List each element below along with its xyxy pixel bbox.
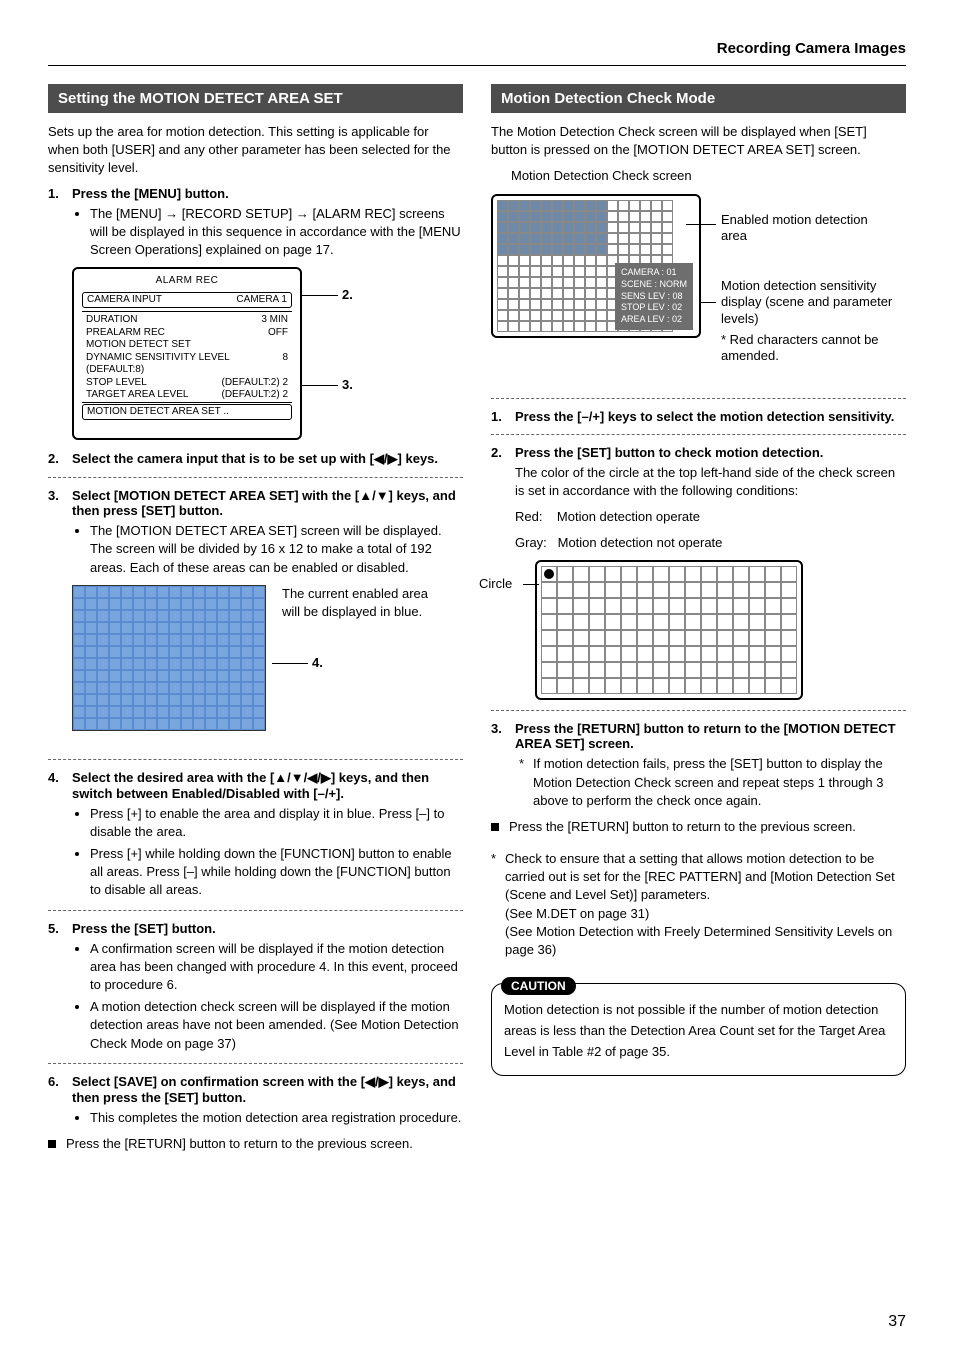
callout-3: 3. [342,377,353,392]
step-3-head: Select [MOTION DETECT AREA SET] with the… [72,488,456,518]
alarm-duration-r: 3 MIN [261,314,288,327]
overlay-camera: CAMERA : 01 [621,267,687,279]
right-return-note: Press the [RETURN] button to return to t… [491,818,906,836]
alarm-camera-label: CAMERA INPUT [87,294,162,307]
callout-2: 2. [342,287,353,302]
alarm-row-camera: CAMERA INPUT CAMERA 1 [82,292,292,309]
grid-side-note: The current enabled area will be display… [282,585,442,621]
alarm-mdas-l: MOTION DETECT AREA SET .. [87,406,229,419]
alarm-dsl-l: DYNAMIC SENSITIVITY LEVEL (DEFAULT:8) [86,352,282,377]
color-red: Red: Motion detection operate [515,508,906,526]
alarm-row-mdas: MOTION DETECT AREA SET .. [82,404,292,421]
step-4-bullet-2: Press [+] while holding down the [FUNCTI… [90,845,463,900]
section-title-left: Setting the MOTION DETECT AREA SET [48,84,463,113]
step-6-bullet-1: This completes the motion detection area… [90,1109,463,1127]
step-4: Select the desired area with the [▲/▼/◀/… [48,770,463,900]
alarm-title: ALARM REC [82,275,292,288]
right-intro: The Motion Detection Check screen will b… [491,123,906,159]
overlay-area: AREA LEV : 02 [621,314,687,326]
step-5-bullet-2: A motion detection check screen will be … [90,998,463,1053]
step-2-head: Select the camera input that is to be se… [72,451,438,466]
circle-label: Circle [479,576,512,591]
overlay-scene: SCENE : NORM [621,279,687,291]
step-4-head: Select the desired area with the [▲/▼/◀/… [72,770,429,801]
r-step-1-head: Press the [–/+] keys to select the motio… [515,409,894,424]
label-sensitivity: Motion detection sensitivity display (sc… [721,278,901,329]
left-return-note: Press the [RETURN] button to return to t… [48,1135,463,1153]
alarm-stop-r: 2 [282,377,288,388]
check-figure-caption: Motion Detection Check screen [511,167,906,185]
label-red-note: * Red characters cannot be amended. [721,332,901,366]
check-screen-figure: CAMERA : 01 SCENE : NORM SENS LEV : 08 S… [491,194,701,338]
dashed-divider [48,477,463,478]
alarm-block: DURATION 3 MIN PREALARM REC OFF MOTION DET… [82,311,292,403]
step-1: Press the [MENU] button. The [MENU] → [R… [48,186,463,438]
step-3-bullet: The [MOTION DETECT AREA SET] screen will… [90,522,463,577]
page-number: 37 [888,1313,906,1331]
left-column: Setting the MOTION DETECT AREA SET Sets … [48,84,463,1159]
dashed-divider [491,398,906,399]
r-step-1: Press the [–/+] keys to select the motio… [491,409,906,424]
dashed-divider [48,1063,463,1064]
alarm-mds-l: MOTION DETECT SET [86,339,191,352]
r-step-2-p1: The color of the circle at the top left-… [515,464,906,500]
caution-label: CAUTION [501,977,576,995]
motion-detect-grid-figure [72,585,266,731]
step-2: Select the camera input that is to be se… [48,451,463,467]
alarm-target-l: TARGET AREA LEVEL [86,389,188,402]
divider [48,65,906,66]
alarm-stop-m: (DEFAULT:2) [221,377,279,388]
alarm-rec-figure: ALARM REC CAMERA INPUT CAMERA 1 DURATION… [72,267,302,440]
step-5-head: Press the [SET] button. [72,921,216,936]
step-5-bullet-1: A confirmation screen will be displayed … [90,940,463,995]
overlay-sens: SENS LEV : 08 [621,291,687,303]
intro-paragraph: Sets up the area for motion detection. T… [48,123,463,178]
alarm-camera-value: CAMERA 1 [236,294,287,307]
right-check-note: Check to ensure that a setting that allo… [491,850,906,959]
r-step-3-star: If motion detection fails, press the [SE… [519,755,906,810]
step-1-bullet: The [MENU] → [RECORD SETUP] → [ALARM REC… [90,205,463,260]
overlay-stop: STOP LEV : 02 [621,302,687,314]
alarm-target-r: 2 [282,389,288,400]
dashed-divider [491,434,906,435]
label-enabled-area: Enabled motion detection area [721,212,891,246]
section-title-right: Motion Detection Check Mode [491,84,906,113]
step-1-head: Press the [MENU] button. [72,186,229,201]
r-step-3: Press the [RETURN] button to return to t… [491,721,906,810]
alarm-prealarm-r: OFF [268,327,288,340]
step-6: Select [SAVE] on confirmation screen wit… [48,1074,463,1127]
dashed-divider [48,759,463,760]
r-step-3-head: Press the [RETURN] button to return to t… [515,721,896,751]
dashed-divider [491,710,906,711]
alarm-dsl-r: 8 [282,352,288,377]
r-step-2: Press the [SET] button to check motion d… [491,445,906,701]
callout-4: 4. [312,655,323,670]
step-4-bullet-1: Press [+] to enable the area and display… [90,805,463,841]
caution-box: Motion detection is not possible if the … [491,983,906,1075]
alarm-target-m: (DEFAULT:2) [221,389,279,400]
page-section-heading: Recording Camera Images [48,40,906,57]
circle-screen-figure [535,560,803,700]
step-3: Select [MOTION DETECT AREA SET] with the… [48,488,463,745]
alarm-duration-l: DURATION [86,314,137,327]
step-5: Press the [SET] button. A confirmation s… [48,921,463,1053]
r-step-2-head: Press the [SET] button to check motion d… [515,445,823,460]
alarm-prealarm-l: PREALARM REC [86,327,165,340]
color-gray: Gray: Motion detection not operate [515,534,906,552]
alarm-stop-l: STOP LEVEL [86,377,147,390]
check-overlay: CAMERA : 01 SCENE : NORM SENS LEV : 08 S… [615,263,693,329]
right-column: Motion Detection Check Mode The Motion D… [491,84,906,1159]
dashed-divider [48,910,463,911]
step-6-head: Select [SAVE] on confirmation screen wit… [72,1074,456,1105]
